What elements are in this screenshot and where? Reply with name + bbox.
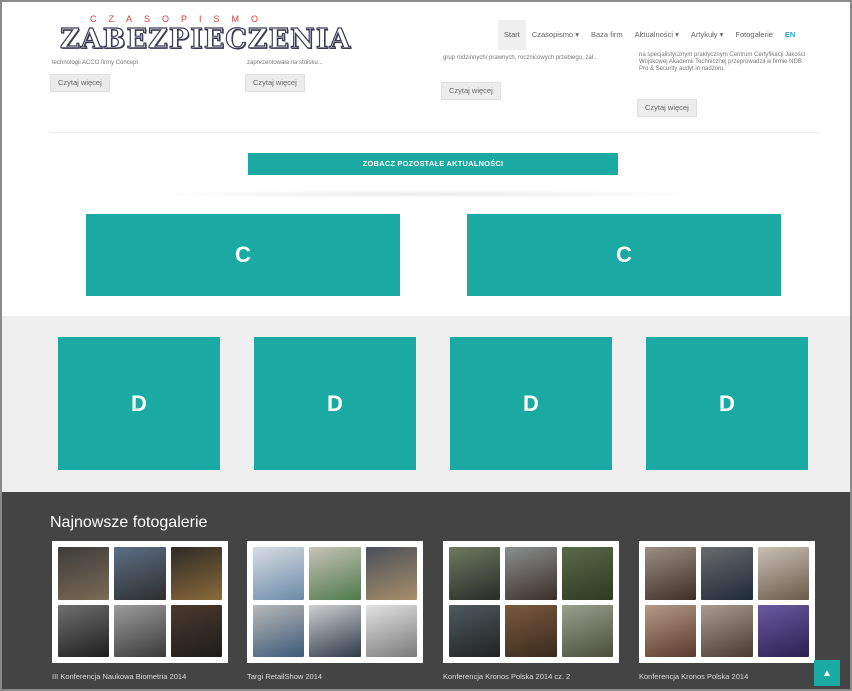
read-more-button-3[interactable]: Czytaj więcej — [441, 82, 501, 100]
nav-item-artykuly[interactable]: Artykuły ▾ — [685, 20, 730, 50]
see-all-news-button[interactable]: ZOBACZ POZOSTAŁE AKTUALNOŚCI — [248, 153, 618, 175]
nav-item-czasopismo[interactable]: Czasopismo ▾ — [526, 20, 585, 50]
photo-thumbnail — [58, 604, 110, 657]
nav-item-language-en[interactable]: EN — [779, 20, 801, 50]
gallery-label-4[interactable]: Konferencja Kronos Polska 2014 — [639, 672, 748, 681]
gallery-card-3[interactable] — [443, 541, 619, 663]
photo-thumbnail — [253, 604, 305, 657]
c-block-left[interactable]: C — [86, 214, 400, 296]
gallery-thumbnails — [449, 547, 613, 657]
nav-item-fotogalerie[interactable]: Fotogalerie — [729, 20, 779, 50]
photo-thumbnail — [365, 547, 417, 600]
c-block-right[interactable]: C — [467, 214, 781, 296]
photo-thumbnail — [253, 547, 305, 600]
photo-thumbnail — [701, 547, 753, 600]
photo-thumbnail — [505, 604, 557, 657]
gallery-thumbnails — [58, 547, 222, 657]
photo-thumbnail — [645, 604, 697, 657]
photo-thumbnail — [757, 604, 809, 657]
gallery-card-4[interactable] — [639, 541, 815, 663]
photo-thumbnail — [561, 604, 613, 657]
nav-item-baza-firm[interactable]: Baza firm — [585, 20, 629, 50]
photo-thumbnail — [561, 547, 613, 600]
teaser-text-2: zaprezentowała na stoisku... — [247, 60, 323, 66]
gallery-card-1[interactable] — [52, 541, 228, 663]
photo-thumbnail — [170, 547, 222, 600]
photo-thumbnail — [309, 604, 361, 657]
read-more-button-2[interactable]: Czytaj więcej — [245, 74, 305, 92]
d-block-band: D D D D — [2, 316, 850, 492]
photo-thumbnail — [309, 547, 361, 600]
teaser-text-3: grup rodzinnych/ prawnych, rocznicowych … — [443, 55, 599, 61]
photo-thumbnail — [701, 604, 753, 657]
photo-thumbnail — [365, 604, 417, 657]
photo-thumbnail — [645, 547, 697, 600]
teaser-text-4: na specjalistycznym praktycznym Centrum … — [639, 52, 806, 72]
photo-galleries-section: Najnowsze fotogalerie III Konferencja Na… — [2, 492, 850, 689]
section-divider — [50, 132, 820, 133]
gallery-label-3[interactable]: Konferencja Kronos Polska 2014 cz. 2 — [443, 672, 570, 681]
gallery-thumbnails — [645, 547, 809, 657]
d-block-1[interactable]: D — [58, 337, 220, 470]
photo-thumbnail — [505, 547, 557, 600]
d-block-3[interactable]: D — [450, 337, 612, 470]
d-block-4[interactable]: D — [646, 337, 808, 470]
gallery-thumbnails — [253, 547, 417, 657]
chevron-up-icon: ▲ — [822, 667, 832, 679]
photo-thumbnail — [757, 547, 809, 600]
photo-thumbnail — [170, 604, 222, 657]
gallery-label-1[interactable]: III Konferencja Naukowa Biometria 2014 — [52, 672, 186, 681]
photo-thumbnail — [114, 547, 166, 600]
read-more-button-1[interactable]: Czytaj więcej — [50, 74, 110, 92]
nav-item-start[interactable]: Start — [498, 20, 526, 50]
photo-thumbnail — [58, 547, 110, 600]
page-frame: CZASOPISMO ZABEZPIECZENIA Start Czasopis… — [0, 0, 852, 691]
photo-thumbnail — [449, 604, 501, 657]
scroll-to-top-button[interactable]: ▲ — [814, 660, 840, 686]
site-logo[interactable]: CZASOPISMO ZABEZPIECZENIA — [59, 14, 351, 56]
d-block-2[interactable]: D — [254, 337, 416, 470]
decorative-shadow — [142, 190, 712, 198]
logo-subtitle: CZASOPISMO — [90, 14, 271, 24]
gallery-card-2[interactable] — [247, 541, 423, 663]
logo-title: ZABEZPIECZENIA — [59, 23, 352, 55]
teaser-text-1: technologii ACCO firmy Concept — [52, 60, 139, 66]
main-nav: Start Czasopismo ▾ Baza firm Aktualności… — [498, 20, 801, 50]
read-more-button-4[interactable]: Czytaj więcej — [637, 99, 697, 117]
nav-item-aktualnosci[interactable]: Aktualności ▾ — [629, 20, 685, 50]
photo-thumbnail — [114, 604, 166, 657]
photo-thumbnail — [449, 547, 501, 600]
galleries-heading: Najnowsze fotogalerie — [50, 514, 208, 531]
gallery-label-2[interactable]: Targi RetailShow 2014 — [247, 672, 322, 681]
